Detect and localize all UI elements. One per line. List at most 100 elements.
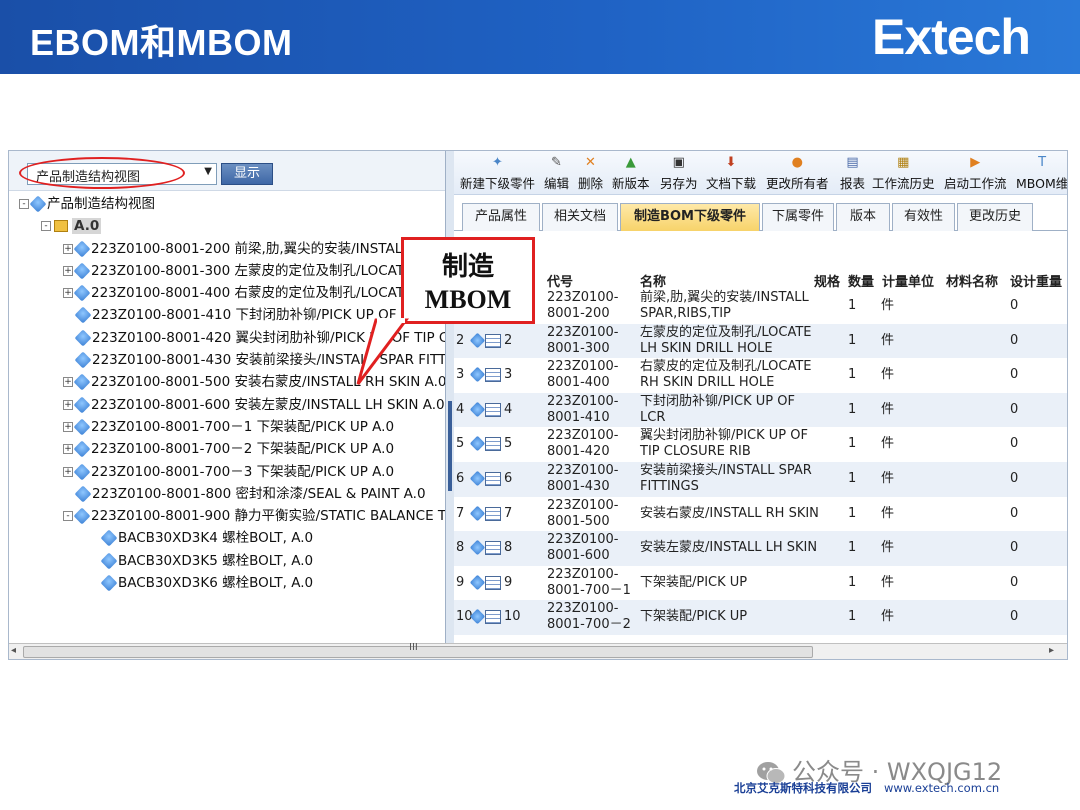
tree-node[interactable]: +223Z0100-8001-700－2 下架装配/PICK UP A.0 bbox=[9, 438, 445, 460]
row-part-icon bbox=[469, 505, 501, 521]
scroll-left-icon[interactable]: ◂ bbox=[11, 645, 16, 656]
part-node-icon bbox=[74, 306, 92, 324]
assembly-icon bbox=[54, 220, 68, 233]
part-node-icon bbox=[100, 552, 118, 570]
collapse-icon[interactable]: - bbox=[19, 199, 29, 209]
tree-node[interactable]: - A.0 bbox=[9, 215, 445, 237]
table-row[interactable]: 4 4 223Z0100- 8001-410 下封闭肋补铆/PICK UP OF LCR 1… bbox=[454, 392, 1067, 428]
toolbar-owner-button[interactable]: ● 更改所有者 bbox=[766, 155, 829, 192]
splitter-grip[interactable] bbox=[448, 401, 452, 491]
toolbar-new-version-button[interactable]: ▲ 新版本 bbox=[612, 155, 650, 192]
column-header[interactable]: 材料名称 bbox=[946, 271, 998, 290]
table-row[interactable]: 3 3 223Z0100- 8001-400 右蒙皮的定位及制孔/LOCATE RH SK… bbox=[454, 358, 1067, 393]
table-row[interactable]: 8 8 223Z0100- 8001-600 安装左蒙皮/INSTALL LH SKIN… bbox=[454, 531, 1067, 566]
tree-node[interactable]: - 223Z0100-8001-900 静力平衡实验/STATIC BALANCE… bbox=[9, 505, 445, 527]
show-button[interactable]: 显示 bbox=[221, 163, 273, 185]
pane-splitter[interactable] bbox=[446, 151, 454, 643]
column-header[interactable]: 计量单位 bbox=[882, 271, 934, 290]
tree-node-label: 223Z0100-8001-300 左蒙皮的定位及制孔/LOCATE L bbox=[91, 262, 425, 279]
table-row[interactable]: 10 10 223Z0100- 8001-700－2 下架装配/PICK UP 1 件 0 bbox=[454, 600, 1067, 635]
unit: 件 bbox=[881, 540, 895, 556]
tab-4[interactable]: 版本 bbox=[836, 203, 890, 231]
horizontal-scrollbar[interactable]: ◂ III ▸ bbox=[9, 642, 1067, 659]
unit: 件 bbox=[881, 367, 895, 383]
tab-0[interactable]: 产品属性 bbox=[462, 203, 540, 231]
row-index: 5 bbox=[504, 436, 513, 452]
toolbar-save-as-button[interactable]: ▣ 另存为 bbox=[660, 155, 698, 192]
tab-5[interactable]: 有效性 bbox=[892, 203, 955, 231]
tree-node[interactable]: BACB30XD3K4 螺栓BOLT, A.0 bbox=[9, 527, 445, 549]
tree-node[interactable]: 223Z0100-8001-800 密封和涂漆/SEAL & PAINT A.0 bbox=[9, 483, 445, 505]
expand-icon[interactable]: + bbox=[63, 421, 73, 432]
column-header[interactable]: 设计重量 bbox=[1010, 271, 1062, 290]
toolbar-start-workflow-button[interactable]: ▶ 启动工作流 bbox=[944, 155, 1007, 192]
expand-icon[interactable]: + bbox=[63, 377, 73, 388]
unit: 件 bbox=[881, 401, 895, 417]
column-header[interactable]: 代号 bbox=[547, 271, 573, 290]
part-name: 安装前梁接头/INSTALL SPAR bbox=[640, 463, 812, 478]
scroll-grip: III bbox=[409, 642, 418, 653]
table-row[interactable]: 2 2 223Z0100- 8001-300 左蒙皮的定位及制孔/LOCATE LH SK… bbox=[454, 323, 1067, 359]
column-header[interactable]: 名称 bbox=[640, 271, 666, 290]
table-row[interactable]: 7 7 223Z0100- 8001-500 安装右蒙皮/INSTALL RH SKIN… bbox=[454, 497, 1067, 532]
table-row[interactable]: 9 9 223Z0100- 8001-700－1 下架装配/PICK UP 1 件 0 bbox=[454, 566, 1067, 601]
part-node-icon bbox=[73, 463, 91, 481]
toolbar-button-label: 报表 bbox=[840, 176, 866, 191]
unit: 件 bbox=[881, 609, 895, 625]
tab-6[interactable]: 更改历史 bbox=[957, 203, 1033, 231]
expand-icon[interactable]: + bbox=[63, 265, 73, 276]
tree-node[interactable]: BACB30XD3K6 螺栓BOLT, A.0 bbox=[9, 572, 445, 594]
toolbar-download-button[interactable]: ⬇ 文档下载 bbox=[706, 155, 756, 192]
row-part-icon bbox=[469, 401, 501, 418]
toolbar-delete-button[interactable]: ✕ 删除 bbox=[578, 155, 603, 192]
tree-node[interactable]: +223Z0100-8001-700－3 下架装配/PICK UP A.0 bbox=[9, 461, 445, 483]
part-node-icon bbox=[73, 262, 91, 280]
tree-node[interactable]: - 产品制造结构视图 bbox=[9, 193, 445, 215]
tab-2[interactable]: 制造BOM下级零件 bbox=[620, 203, 760, 231]
toolbar-edit-button[interactable]: ✎ 编辑 bbox=[544, 155, 569, 192]
tab-1[interactable]: 相关文档 bbox=[542, 203, 618, 231]
part-code-suffix: 8001-410 bbox=[547, 409, 610, 425]
column-header[interactable]: 数量 bbox=[848, 271, 874, 290]
quantity: 1 bbox=[848, 471, 857, 486]
table-row[interactable]: 5 5 223Z0100- 8001-420 翼尖封闭肋补铆/PICK UP OF TIP… bbox=[454, 427, 1067, 462]
part-code-suffix: 8001-400 bbox=[547, 375, 610, 391]
toolbar-workflow-history-button[interactable]: ▦ 工作流历史 bbox=[872, 155, 935, 192]
scroll-right-icon[interactable]: ▸ bbox=[1049, 645, 1054, 656]
tree-node[interactable]: +223Z0100-8001-300 左蒙皮的定位及制孔/LOCATE L bbox=[9, 260, 445, 282]
part-code: 223Z0100- bbox=[547, 566, 619, 582]
part-node-icon bbox=[29, 195, 47, 213]
column-header[interactable]: 规格 bbox=[814, 271, 840, 290]
expand-icon[interactable]: + bbox=[63, 399, 73, 410]
tree-node[interactable]: +223Z0100-8001-400 右蒙皮的定位及制孔/LOCATE R bbox=[9, 282, 445, 304]
company-url[interactable]: www.extech.com.cn bbox=[884, 781, 999, 795]
toolbar-mbom-button[interactable]: T MBOM维 bbox=[1016, 155, 1067, 192]
expand-icon[interactable]: + bbox=[63, 243, 73, 254]
new-child-icon: ✦ bbox=[492, 155, 503, 170]
expand-icon[interactable]: + bbox=[63, 288, 73, 299]
tree-node-label: 223Z0100-8001-700－1 下架装配/PICK UP A.0 bbox=[91, 418, 395, 435]
tree-node-label: BACB30XD3K4 螺栓BOLT, A.0 bbox=[118, 530, 314, 547]
expand-icon[interactable]: + bbox=[63, 466, 73, 477]
tree-node[interactable]: BACB30XD3K5 螺栓BOLT, A.0 bbox=[9, 550, 445, 572]
quantity: 1 bbox=[848, 298, 857, 313]
table-row[interactable]: 6 6 223Z0100- 8001-430 安装前梁接头/INSTALL SPAR FI… bbox=[454, 462, 1067, 497]
tree-node[interactable]: +223Z0100-8001-600 安装左蒙皮/INSTALL LH SKIN… bbox=[9, 394, 445, 416]
tree-node-label: 223Z0100-8001-200 前梁,肋,翼尖的安装/INSTALL S bbox=[91, 240, 423, 257]
part-code: 223Z0100- bbox=[547, 290, 619, 305]
design-weight: 0 bbox=[1010, 609, 1019, 625]
quantity: 1 bbox=[848, 367, 857, 383]
tab-3[interactable]: 下属零件 bbox=[762, 203, 834, 231]
collapse-icon[interactable]: - bbox=[41, 221, 51, 232]
tree-node[interactable]: +223Z0100-8001-200 前梁,肋,翼尖的安装/INSTALL S bbox=[9, 238, 445, 260]
part-name: 前梁,肋,翼尖的安装/INSTALL bbox=[640, 290, 809, 305]
scroll-thumb[interactable] bbox=[23, 646, 813, 658]
toolbar-new-child-button[interactable]: ✦ 新建下级零件 bbox=[460, 155, 535, 192]
table-row[interactable]: 223Z0100- 8001-200 前梁,肋,翼尖的安装/INSTALL SPAR,… bbox=[454, 289, 1067, 324]
quantity: 1 bbox=[848, 401, 857, 417]
expand-icon[interactable]: + bbox=[63, 444, 73, 455]
toolbar-report-button[interactable]: ▤ 报表 bbox=[840, 155, 865, 192]
collapse-icon[interactable]: - bbox=[63, 511, 73, 522]
part-node-icon bbox=[73, 396, 91, 414]
tree-node[interactable]: +223Z0100-8001-700－1 下架装配/PICK UP A.0 bbox=[9, 416, 445, 438]
